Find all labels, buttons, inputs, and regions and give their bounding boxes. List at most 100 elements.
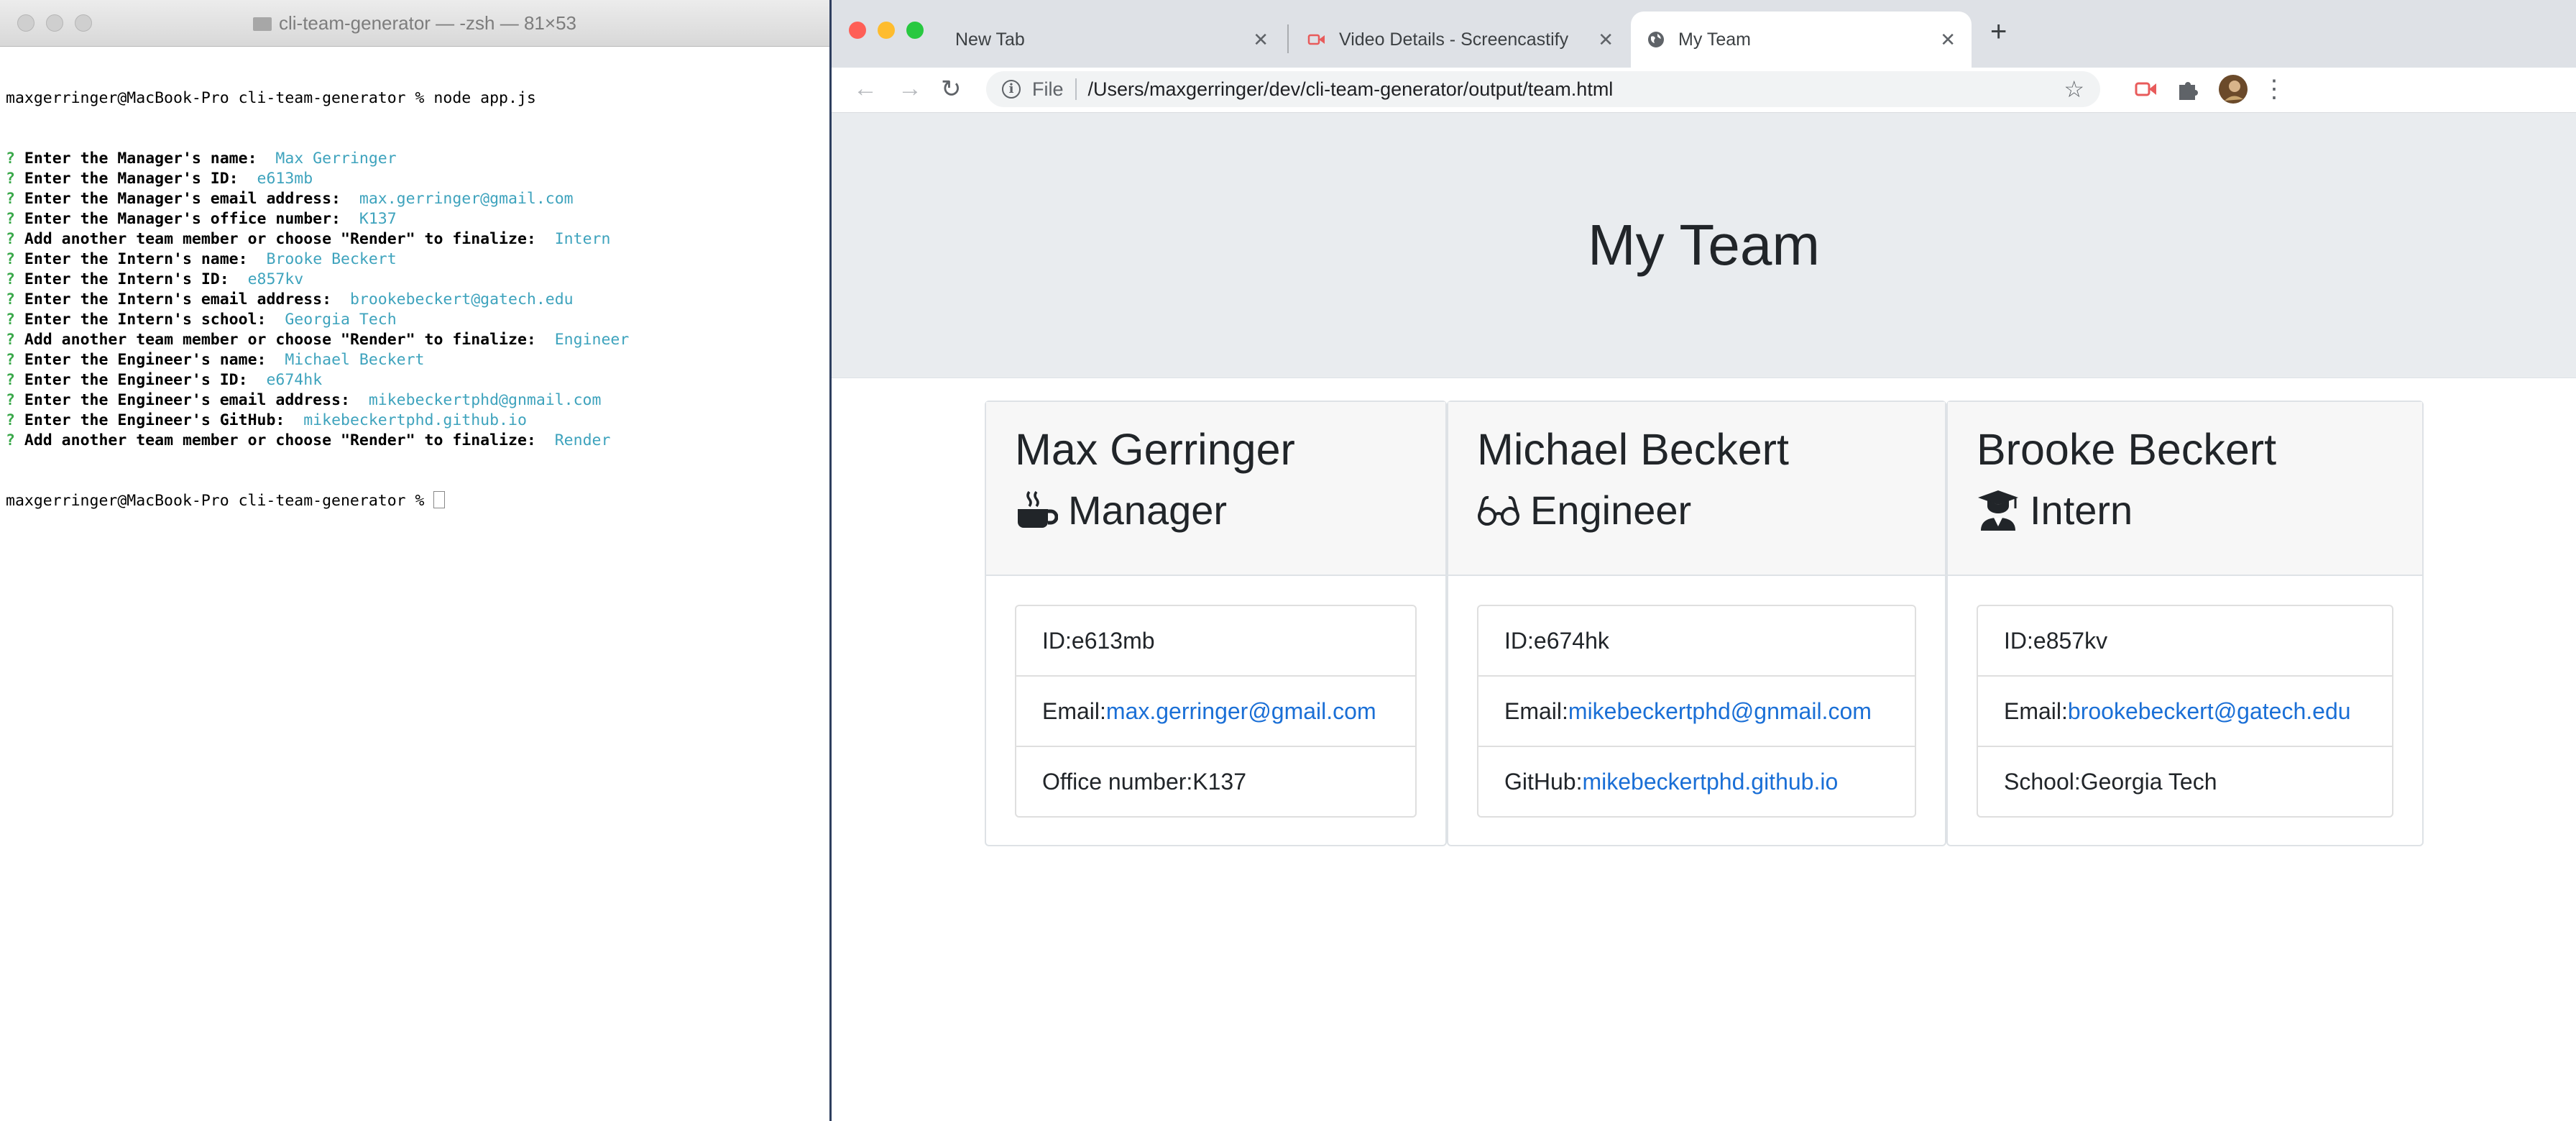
question-mark: ? (6, 250, 15, 268)
terminal-prompt-line: ? Enter the Intern's email address: broo… (6, 290, 829, 310)
close-icon[interactable]: ✕ (1940, 29, 1956, 51)
team-cards: Max Gerringer Manager ID: e613mb Email: … (985, 401, 2424, 846)
github-link[interactable]: mikebeckertphd.github.io (1582, 769, 1838, 795)
prompt-answer: Georgia Tech (285, 311, 397, 329)
prompt-text: Enter the Engineer's email address: (24, 391, 350, 409)
terminal-prompt-line: ? Enter the Engineer's ID: e674hk (6, 370, 829, 390)
question-mark: ? (6, 270, 15, 288)
employee-role: Manager (1015, 478, 1417, 543)
prompt-answer: mikebeckertphd@gnmail.com (368, 391, 602, 409)
email-link[interactable]: mikebeckertphd@gnmail.com (1568, 698, 1872, 725)
tab-strip[interactable]: New Tab ✕ Video Details - Screencastify … (832, 0, 2576, 68)
browser-zoom-button[interactable] (906, 22, 924, 39)
info-icon[interactable]: i (1002, 80, 1021, 99)
close-icon[interactable]: ✕ (1253, 29, 1269, 51)
terminal-title: cli-team-generator — -zsh — 81×53 (0, 12, 829, 35)
terminal-prompt-line: ? Enter the Engineer's email address: mi… (6, 390, 829, 411)
employee-role: Engineer (1477, 478, 1916, 543)
employee-role: Intern (1977, 478, 2393, 543)
prompt-answer: Brooke Beckert (266, 250, 397, 268)
tab-my-team[interactable]: My Team ✕ (1631, 12, 1972, 68)
terminal-prompt-line: ? Enter the Engineer's GitHub: mikebecke… (6, 411, 829, 431)
question-mark: ? (6, 431, 15, 449)
bookmark-star-icon[interactable]: ☆ (2064, 76, 2084, 103)
terminal-prompt-line: ? Enter the Manager's ID: e613mb (6, 169, 829, 189)
profile-avatar[interactable] (2217, 75, 2249, 106)
employee-id: ID: e674hk (1478, 606, 1915, 677)
extensions-puzzle-icon[interactable] (2176, 75, 2200, 104)
employee-id: ID: e613mb (1016, 606, 1415, 677)
employee-office-number: Office number: K137 (1042, 768, 1247, 795)
prompt-answer: K137 (359, 210, 397, 228)
question-mark: ? (6, 150, 15, 168)
browser-window[interactable]: New Tab ✕ Video Details - Screencastify … (832, 0, 2576, 1121)
terminal-prompt-line: ? Enter the Intern's school: Georgia Tec… (6, 310, 829, 330)
terminal-prompt-line: ? Enter the Intern's name: Brooke Becker… (6, 250, 829, 270)
prompt-text: Enter the Engineer's GitHub: (24, 411, 285, 429)
employee-details: ID: e674hk Email: mikebeckertphd@gnmail.… (1477, 605, 1916, 818)
terminal-prompt-line: ? Enter the Manager's email address: max… (6, 189, 829, 209)
prompt-answer: Michael Beckert (285, 351, 425, 369)
screencastify-icon (1307, 34, 1325, 45)
terminal-cursor (433, 491, 446, 508)
address-url[interactable]: /Users/maxgerringer/dev/cli-team-generat… (1088, 78, 1614, 101)
question-mark: ? (6, 351, 15, 369)
terminal-prompt-line: ? Add another team member or choose "Ren… (6, 229, 829, 250)
prompt-text: Enter the Engineer's ID: (24, 371, 248, 389)
tab-screencastify[interactable]: Video Details - Screencastify ✕ (1292, 12, 1629, 68)
terminal-prompt-line: ? Enter the Manager's name: Max Gerringe… (6, 149, 829, 169)
prompt-text: Enter the Intern's ID: (24, 270, 229, 288)
terminal-output[interactable]: maxgerringer@MacBook-Pro cli-team-genera… (0, 47, 829, 552)
terminal-prompt-line: ? Enter the Intern's ID: e857kv (6, 270, 829, 290)
mug-icon (1018, 490, 1058, 528)
terminal-prompt-line: ? Add another team member or choose "Ren… (6, 431, 829, 451)
employee-school: School: Georgia Tech (2004, 768, 2217, 795)
terminal-command-line: maxgerringer@MacBook-Pro cli-team-genera… (6, 89, 536, 107)
close-icon[interactable]: ✕ (1598, 29, 1614, 51)
back-button[interactable]: ← (853, 75, 878, 103)
employee-github: GitHub: mikebeckertphd.github.io (1504, 768, 1839, 795)
email-link[interactable]: max.gerringer@gmail.com (1106, 698, 1376, 725)
prompt-answer: Intern (554, 230, 611, 248)
team-page: My Team Max Gerringer Manager ID: e613mb… (832, 113, 2576, 1121)
prompt-answer: e613mb (257, 170, 313, 188)
employee-email: Email: mikebeckertphd@gnmail.com (1478, 677, 1915, 747)
terminal-prompt-line: ? Enter the Manager's office number: K13… (6, 209, 829, 229)
graduate-icon (1978, 490, 2018, 531)
employee-id: ID: e857kv (1978, 606, 2392, 677)
prompt-answer: Max Gerringer (275, 150, 397, 168)
terminal-titlebar[interactable]: cli-team-generator — -zsh — 81×53 (0, 0, 829, 47)
question-mark: ? (6, 210, 15, 228)
email-link[interactable]: brookebeckert@gatech.edu (2068, 698, 2351, 725)
question-mark: ? (6, 230, 15, 248)
question-mark: ? (6, 371, 15, 389)
question-mark: ? (6, 170, 15, 188)
prompt-text: Enter the Manager's name: (24, 150, 257, 168)
address-bar[interactable]: i File /Users/maxgerringer/dev/cli-team-… (986, 71, 2100, 107)
folder-icon (252, 17, 272, 31)
question-mark: ? (6, 190, 15, 208)
prompt-answer: brookebeckert@gatech.edu (349, 290, 574, 308)
screencastify-extension-icon[interactable] (2134, 75, 2158, 104)
forward-button[interactable]: → (898, 75, 922, 103)
prompt-text: Enter the Intern's name: (24, 250, 248, 268)
tab-new-tab[interactable]: New Tab ✕ (939, 12, 1284, 68)
reload-button[interactable]: ↻ (941, 75, 962, 104)
employee-email: Email: brookebeckert@gatech.edu (1978, 677, 2392, 747)
prompt-answer: e857kv (247, 270, 304, 288)
employee-card-intern: Brooke Beckert Intern ID: e857kv Email: … (1946, 401, 2424, 846)
employee-name: Brooke Beckert (1977, 425, 2277, 474)
prompt-answer: Engineer (554, 331, 630, 349)
browser-minimize-button[interactable] (878, 22, 895, 39)
menu-kebab-icon[interactable]: ⋮ (2262, 75, 2286, 104)
new-tab-button[interactable]: + (1990, 16, 2007, 48)
prompt-text: Enter the Manager's email address: (24, 190, 341, 208)
glasses-icon (1478, 495, 1519, 526)
employee-details: ID: e857kv Email: brookebeckert@gatech.e… (1977, 605, 2393, 818)
card-header: Brooke Beckert Intern (1948, 402, 2422, 576)
browser-close-button[interactable] (849, 22, 866, 39)
terminal-window[interactable]: cli-team-generator — -zsh — 81×53 maxger… (0, 0, 832, 1121)
address-divider (1075, 78, 1077, 100)
tab-divider (1287, 24, 1289, 53)
employee-name: Max Gerringer (1015, 425, 1295, 474)
